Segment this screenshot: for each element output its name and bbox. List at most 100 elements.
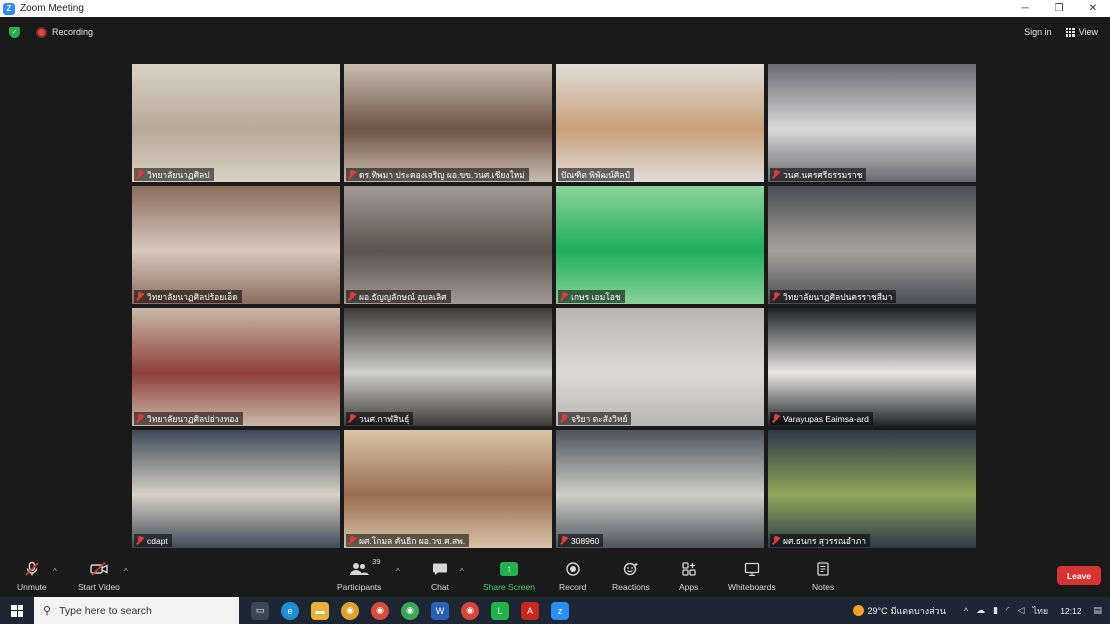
muted-mic-icon [348, 536, 356, 545]
muted-mic-icon [136, 292, 144, 301]
participants-label: Participants [337, 582, 382, 592]
notifications-icon[interactable]: ▤ [1093, 605, 1102, 616]
participant-name-tag: วิทยาลัยนาฏศิลปร้อยเอ็ด [134, 290, 242, 303]
word-icon[interactable]: W [431, 601, 449, 620]
participants-count: 39 [372, 557, 381, 566]
unmute-button[interactable]: Unmute [17, 560, 47, 592]
participant-tile[interactable]: วิทยาลัยนาฏศิลปร้อยเอ็ด [132, 186, 340, 304]
acrobat-icon[interactable]: A [521, 601, 539, 620]
minimize-button[interactable]: ─ [1008, 0, 1042, 17]
participant-tile[interactable]: 308960 [556, 430, 764, 548]
maximize-button[interactable]: ❐ [1042, 0, 1076, 17]
taskbar-clock[interactable]: 12:12 [1060, 606, 1081, 616]
language-indicator[interactable]: ไทย [1032, 604, 1048, 618]
weather-description: มีแดดบางส่วน [890, 605, 946, 616]
muted-mic-icon [772, 536, 780, 545]
battery-icon[interactable]: ▮ [993, 605, 998, 616]
video-options-caret-icon[interactable]: ^ [124, 567, 128, 576]
apps-button[interactable]: Apps [679, 560, 698, 592]
participant-name: cdapt [147, 535, 168, 546]
share-screen-button[interactable]: ↑ Share Screen [483, 560, 535, 592]
line-icon[interactable]: L [491, 601, 509, 620]
participant-tile[interactable]: ปัณฑิต พิพัฒน์ศิลป์ [556, 64, 764, 182]
participant-tile[interactable]: cdapt [132, 430, 340, 548]
chat-caret-icon[interactable]: ^ [460, 567, 464, 576]
window-title: Zoom Meeting [20, 3, 84, 14]
participant-name: 308960 [571, 535, 600, 546]
notes-icon [816, 560, 830, 578]
audio-options-caret-icon[interactable]: ^ [53, 567, 57, 576]
record-label: Record [559, 582, 587, 592]
participant-tile[interactable]: จริยา ตะสังวิทย์ [556, 308, 764, 426]
participant-video [768, 186, 976, 304]
record-button[interactable]: Record [559, 560, 586, 592]
muted-mic-icon [348, 170, 356, 179]
recording-icon[interactable] [36, 26, 47, 38]
muted-mic-icon [136, 414, 144, 423]
whiteboards-button[interactable]: Whiteboards [728, 560, 776, 592]
leave-button[interactable]: Leave [1057, 566, 1101, 585]
participants-caret-icon[interactable]: ^ [396, 567, 400, 576]
network-icon[interactable]: ◜ [1006, 605, 1010, 616]
edge-icon[interactable]: e [281, 601, 299, 620]
chrome-icon[interactable]: ◉ [341, 601, 359, 620]
participant-tile[interactable]: วนศ.กาฬสินธุ์ [344, 308, 552, 426]
sign-in-link[interactable]: Sign in [1024, 27, 1052, 37]
participant-name: วิทยาลัยนาฏศิลปนครราชสีมา [783, 291, 893, 302]
participant-video [768, 64, 976, 182]
participant-tile[interactable]: ผศ.ธนกร สุวรรณอำภา [768, 430, 976, 548]
participant-video [556, 430, 764, 548]
participant-name-tag: วิทยาลัยนาฏศิลปอ่างทอง [134, 412, 243, 425]
participant-tile[interactable]: วิทยาลัยนาฏศิลปนครราชสีมา [768, 186, 976, 304]
recording-label[interactable]: Recording [52, 27, 93, 37]
close-button[interactable]: ✕ [1076, 0, 1110, 17]
participant-tile[interactable]: วิทยาลัยนาฏศิลปอ่างทอง [132, 308, 340, 426]
task-view-icon[interactable]: ▭ [251, 601, 269, 620]
video-gallery: วิทยาลัยนาฏศิลป ดร.ทิพมา ประคองเจริญ ผอ.ข… [132, 64, 978, 548]
view-label: View [1078, 27, 1098, 37]
security-shield-icon[interactable]: ✓ [9, 26, 20, 38]
volume-icon[interactable]: ◁ [1018, 605, 1025, 616]
participant-name: วิทยาลัยนาฏศิลปอ่างทอง [147, 413, 239, 424]
participant-name: ผศ.โกมล คันธิก ผอ.วข.ศ.สพ. [359, 535, 466, 546]
weather-temperature: 29°C [867, 605, 888, 616]
participant-video [768, 430, 976, 548]
participant-video [344, 308, 552, 426]
tray-overflow-icon[interactable]: ^ [964, 606, 968, 616]
participant-name-tag: เกษร เอมโอช [558, 290, 625, 303]
participant-name-tag: จริยา ตะสังวิทย์ [558, 412, 632, 425]
weather-widget[interactable]: 29°C มีแดดบางส่วน [853, 604, 946, 618]
chrome-profile-icon[interactable]: ◉ [371, 601, 389, 620]
notes-button[interactable]: Notes [812, 560, 834, 592]
apps-label: Apps [679, 582, 699, 592]
clock-time: 12:12 [1060, 605, 1082, 616]
participant-tile[interactable]: Varayupas Eaimsa-ard [768, 308, 976, 426]
start-video-button[interactable]: Start Video [78, 560, 120, 592]
participant-tile[interactable]: เกษร เอมโอช [556, 186, 764, 304]
participant-video [768, 308, 976, 426]
onedrive-icon[interactable]: ☁ [976, 605, 985, 616]
participant-name-tag: วนศ.นครศรีธรรมราช [770, 168, 867, 181]
file-explorer-icon[interactable]: ▬ [311, 601, 329, 620]
view-button[interactable]: View [1065, 27, 1098, 37]
participant-tile[interactable]: ผอ.ธัญญลักษณ์ อุบลเลิศ [344, 186, 552, 304]
start-video-label: Start Video [78, 582, 120, 592]
participant-name-tag: วนศ.กาฬสินธุ์ [346, 412, 414, 425]
participant-tile[interactable]: วนศ.นครศรีธรรมราช [768, 64, 976, 182]
participant-tile[interactable]: ดร.ทิพมา ประคองเจริญ ผอ.ขข.วนศ.เชียงใหม่ [344, 64, 552, 182]
chrome-profile-3-icon[interactable]: ◉ [461, 601, 479, 620]
participant-tile[interactable]: วิทยาลัยนาฏศิลป [132, 64, 340, 182]
taskbar-search-placeholder: Type here to search [59, 604, 152, 617]
participant-tile[interactable]: ผศ.โกมล คันธิก ผอ.วข.ศ.สพ. [344, 430, 552, 548]
chat-button[interactable]: Chat [431, 560, 449, 592]
participant-name: วนศ.นครศรีธรรมราช [783, 169, 863, 180]
participant-name-tag: cdapt [134, 534, 172, 547]
windows-start-icon[interactable] [11, 604, 23, 617]
zoom-taskbar-icon[interactable]: z [551, 601, 569, 620]
participants-button[interactable]: 39 Participants [337, 557, 382, 592]
taskbar-search-box[interactable]: ⚲ Type here to search [34, 597, 239, 624]
participant-name: Varayupas Eaimsa-ard [783, 413, 869, 424]
muted-mic-icon [560, 414, 568, 423]
chrome-profile-2-icon[interactable]: ◉ [401, 601, 419, 620]
reactions-button[interactable]: Reactions [612, 560, 650, 592]
